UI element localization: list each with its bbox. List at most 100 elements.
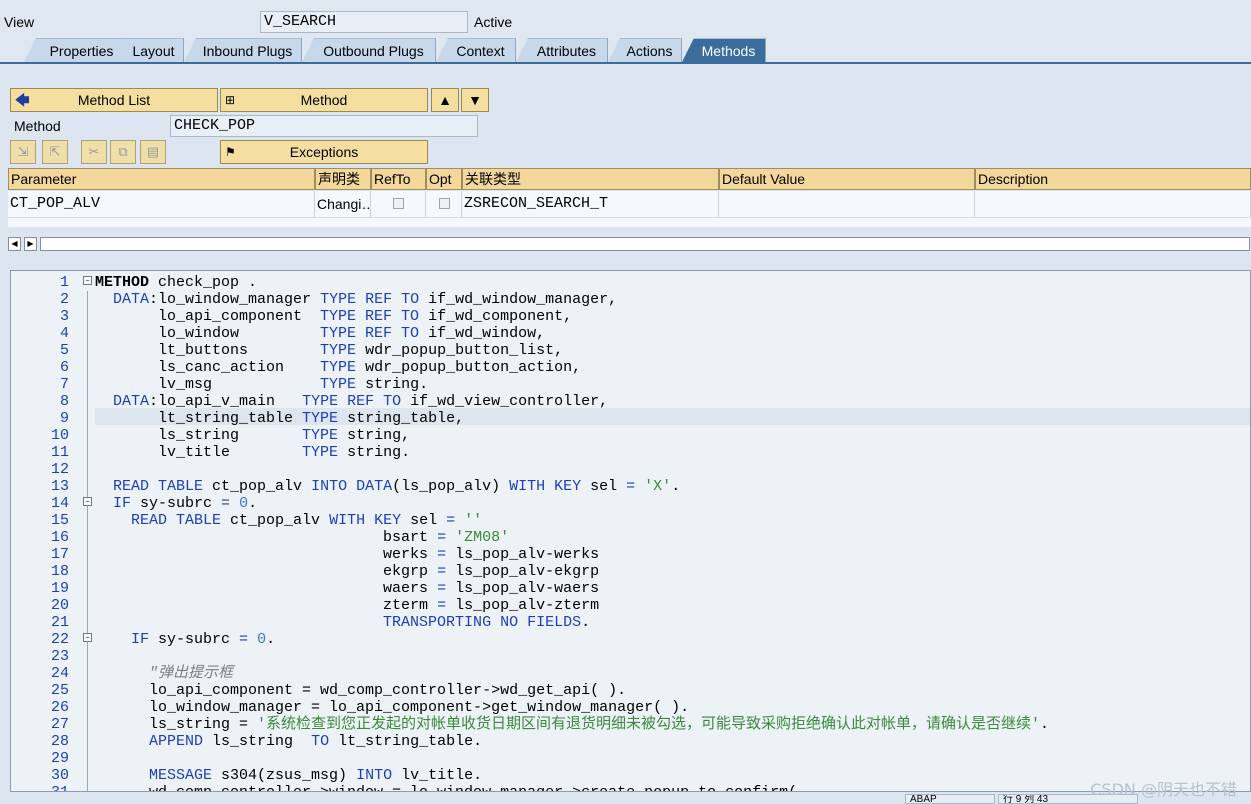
editor-language: ABAP — [905, 794, 995, 804]
method-name-field[interactable]: CHECK_POP — [170, 115, 478, 137]
code-line[interactable]: lo_window TYPE REF TO if_wd_window, — [95, 325, 545, 342]
line-number: 10 — [50, 427, 69, 444]
tab-layout[interactable]: Layout — [114, 38, 184, 62]
view-status: Active — [474, 14, 513, 30]
code-line[interactable]: lt_string_table TYPE string_table, — [95, 410, 464, 427]
line-number: 29 — [50, 750, 69, 767]
horizontal-scrollbar[interactable] — [40, 237, 1250, 251]
code-line[interactable]: ls_string TYPE string, — [95, 427, 410, 444]
opt-checkbox[interactable] — [439, 198, 450, 209]
col-type[interactable]: 关联类型 — [462, 168, 719, 190]
triangle-down-icon: ▼ — [468, 92, 482, 108]
tab-strip: Properties Layout Inbound Plugs Outbound… — [0, 38, 1251, 62]
delete-row-icon[interactable]: ⇱ — [42, 140, 68, 164]
line-number: 14 — [50, 495, 69, 512]
view-label: View — [4, 14, 35, 30]
param-default-cell[interactable] — [719, 191, 975, 217]
line-number: 24 — [50, 665, 69, 682]
col-parameter[interactable]: Parameter — [8, 168, 315, 190]
param-declaration-cell[interactable]: Changi… — [315, 191, 371, 217]
param-opt-cell — [426, 191, 462, 217]
col-refto[interactable]: RefTo — [371, 168, 426, 190]
code-line[interactable]: MESSAGE s304(zsus_msg) INTO lv_title. — [95, 767, 482, 784]
code-line[interactable]: READ TABLE ct_pop_alv WITH KEY sel = '' — [95, 512, 482, 529]
paste-icon[interactable]: ▤ — [140, 140, 166, 164]
arrow-left-icon: 🡄 — [15, 92, 30, 108]
code-line[interactable]: lv_title TYPE string. — [95, 444, 410, 461]
line-number: 28 — [50, 733, 69, 750]
code-editor[interactable]: − − − 1 2 3 4 5 6 7 8 9 10 11 12 13 14 1… — [10, 270, 1251, 792]
insert-row-icon[interactable]: ⇲ — [10, 140, 36, 164]
code-line[interactable]: ls_canc_action TYPE wdr_popup_button_act… — [95, 359, 581, 376]
line-number: 15 — [50, 512, 69, 529]
code-line[interactable]: zterm = ls_pop_alv-zterm — [95, 597, 599, 614]
tab-actions[interactable]: Actions — [608, 38, 682, 62]
code-line[interactable]: lv_msg TYPE string. — [95, 376, 428, 393]
triangle-up-icon: ▲ — [438, 92, 452, 108]
tab-methods[interactable]: Methods — [682, 38, 766, 62]
code-line[interactable]: READ TABLE ct_pop_alv INTO DATA(ls_pop_a… — [95, 478, 680, 495]
param-description-cell[interactable] — [975, 191, 1251, 217]
scroll-right-button[interactable]: ▶ — [24, 237, 37, 251]
code-line[interactable]: ls_string = '系统检查到您正发起的对帐单收货日期区间有退货明细未被勾… — [95, 716, 1049, 733]
line-number: 17 — [50, 546, 69, 563]
code-line[interactable]: lo_api_component TYPE REF TO if_wd_compo… — [95, 308, 572, 325]
copy-icon[interactable]: ⧉ — [110, 140, 136, 164]
cut-icon[interactable]: ✂ — [81, 140, 107, 164]
code-line[interactable]: lo_window_manager = lo_api_component->ge… — [95, 699, 689, 716]
code-line[interactable]: METHOD check_pop . — [95, 274, 257, 291]
line-number: 5 — [59, 342, 69, 359]
code-line[interactable]: bsart = 'ZM08' — [95, 529, 509, 546]
method-list-button[interactable]: 🡄 Method List — [10, 88, 218, 112]
col-description[interactable]: Description — [975, 168, 1251, 190]
line-number: 31 — [11, 784, 69, 791]
fold-toggle-icon[interactable]: − — [83, 497, 92, 506]
previous-method-button[interactable]: ▲ — [431, 88, 459, 112]
code-line[interactable]: DATA:lo_window_manager TYPE REF TO if_wd… — [95, 291, 617, 308]
scroll-left-button[interactable]: ◀ — [8, 237, 21, 251]
code-line[interactable]: DATA:lo_api_v_main TYPE REF TO if_wd_vie… — [95, 393, 608, 410]
line-number: 30 — [50, 767, 69, 784]
line-number: 13 — [50, 478, 69, 495]
watermark: CSDN @阴天也不错 — [1090, 780, 1237, 799]
line-number: 9 — [59, 410, 69, 427]
code-line[interactable]: IF sy-subrc = 0. — [95, 495, 257, 512]
code-line[interactable]: TRANSPORTING NO FIELDS. — [95, 614, 590, 631]
next-method-button[interactable]: ▼ — [461, 88, 489, 112]
code-line[interactable]: werks = ls_pop_alv-werks — [95, 546, 599, 563]
tab-properties[interactable]: Properties — [24, 38, 130, 62]
line-number: 23 — [50, 648, 69, 665]
code-line[interactable]: waers = ls_pop_alv-waers — [95, 580, 599, 597]
code-line[interactable]: "弹出提示框 — [95, 665, 233, 682]
tab-outbound-plugs[interactable]: Outbound Plugs — [302, 38, 436, 62]
col-default-value[interactable]: Default Value — [719, 168, 975, 190]
fold-toggle-icon[interactable]: − — [83, 633, 92, 642]
line-number: 12 — [50, 461, 69, 478]
fold-toggle-icon[interactable]: − — [83, 276, 92, 285]
code-line[interactable]: ekgrp = ls_pop_alv-ekgrp — [95, 563, 599, 580]
param-type-cell[interactable]: ZSRECON_SEARCH_T — [462, 191, 719, 217]
tab-attributes[interactable]: Attributes — [516, 38, 608, 62]
refto-checkbox[interactable] — [393, 198, 404, 209]
code-line[interactable]: lo_api_component = wd_comp_controller->w… — [95, 682, 626, 699]
col-declaration[interactable]: 声明类 — [315, 168, 371, 190]
code-line[interactable]: APPEND ls_string TO lt_string_table. — [95, 733, 482, 750]
exceptions-button[interactable]: ⚑ Exceptions — [220, 140, 428, 164]
line-number: 21 — [50, 614, 69, 631]
line-number: 8 — [59, 393, 69, 410]
line-number: 7 — [59, 376, 69, 393]
param-refto-cell — [371, 191, 426, 217]
tab-inbound-plugs[interactable]: Inbound Plugs — [184, 38, 302, 62]
view-name-field[interactable]: V_SEARCH — [260, 11, 468, 33]
col-opt[interactable]: Opt — [426, 168, 462, 190]
code-line[interactable]: wd_comp_controller->window = lo_window_m… — [95, 784, 797, 791]
line-number: 20 — [50, 597, 69, 614]
line-number: 1 — [59, 274, 69, 291]
param-name-cell[interactable]: CT_POP_ALV — [8, 191, 315, 217]
tab-context[interactable]: Context — [436, 38, 516, 62]
method-button[interactable]: ⊞ Method — [220, 88, 428, 112]
fold-guide — [87, 291, 88, 791]
empty-grid-row — [8, 217, 1251, 227]
code-line[interactable]: lt_buttons TYPE wdr_popup_button_list, — [95, 342, 563, 359]
code-line[interactable]: IF sy-subrc = 0. — [95, 631, 275, 648]
